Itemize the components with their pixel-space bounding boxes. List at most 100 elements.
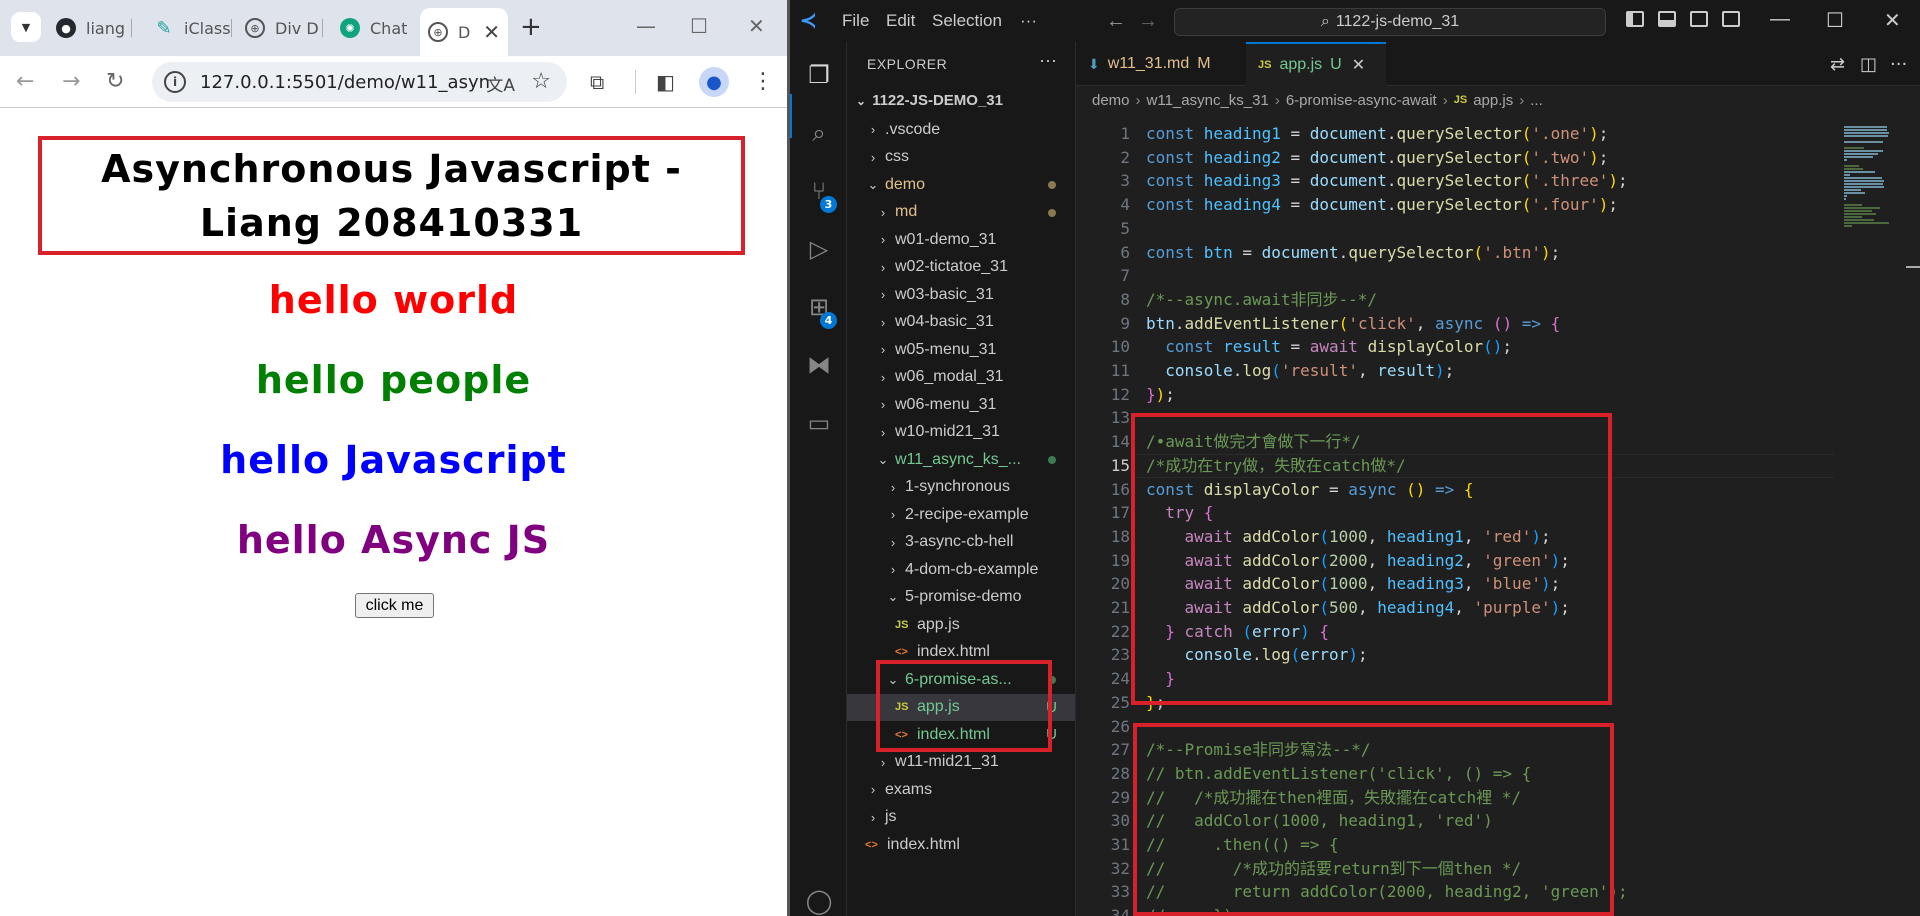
address-bar[interactable]: i 127.0.0.1:5501/demo/w11_async... 文A ☆: [152, 62, 567, 102]
browser-tab-2[interactable]: ✎ iClass: [154, 10, 232, 46]
workspace-root[interactable]: ⌄ 1122-JS-DEMO_31: [856, 92, 1003, 109]
tree-item[interactable]: ⌄ 5-promise-demo: [847, 584, 1075, 611]
remote-explorer-icon[interactable]: ▭: [804, 408, 834, 438]
heading-four: hello Async JS: [236, 518, 551, 562]
breadcrumb-item[interactable]: ...: [1530, 92, 1543, 109]
back-arrow-icon[interactable]: ←: [16, 69, 34, 95]
browser-tab-active[interactable]: ⊕ D ✕: [420, 8, 508, 56]
tree-item[interactable]: › js: [847, 804, 1075, 831]
bookmark-star-icon[interactable]: ☆: [531, 69, 551, 94]
close-icon[interactable]: ✕: [483, 20, 500, 44]
tab-w11-md[interactable]: ⬇ w11_31.md M: [1076, 42, 1246, 86]
tree-item[interactable]: <> index.html: [847, 639, 1075, 666]
breadcrumb-item[interactable]: w11_async_ks_31: [1147, 92, 1269, 109]
new-tab-button[interactable]: +: [520, 12, 542, 42]
tree-item[interactable]: › w10-mid21_31: [847, 419, 1075, 446]
minimize-icon[interactable]: —: [1770, 8, 1790, 31]
minimize-icon[interactable]: —: [636, 14, 656, 38]
breadcrumb-item[interactable]: 6-promise-async-await: [1286, 92, 1437, 109]
tree-item[interactable]: › w02-tictatoe_31: [847, 254, 1075, 281]
code-token: ,: [1367, 526, 1387, 546]
tree-item[interactable]: › w06_modal_31: [847, 364, 1075, 391]
tree-item[interactable]: › w03-basic_31: [847, 281, 1075, 308]
breadcrumb-item[interactable]: demo: [1092, 92, 1130, 109]
tree-item[interactable]: › w05-menu_31: [847, 336, 1075, 363]
forward-arrow-icon[interactable]: →: [1138, 10, 1158, 33]
tree-item[interactable]: ⌄ demo: [847, 171, 1075, 198]
menu-file[interactable]: File: [842, 11, 869, 31]
profile-avatar[interactable]: ●: [699, 67, 729, 97]
reload-icon[interactable]: ↻: [106, 69, 124, 95]
side-panel-icon[interactable]: ◧: [656, 69, 675, 95]
code-token: '.two': [1531, 147, 1590, 167]
extensions-icon[interactable]: ⧉: [590, 69, 604, 95]
close-window-icon[interactable]: ✕: [748, 14, 765, 38]
chevron-right-icon: ›: [880, 314, 886, 330]
tree-item[interactable]: ⌄ 6-promise-as...: [847, 666, 1075, 693]
tree-item[interactable]: › 1-synchronous: [847, 474, 1075, 501]
menu-selection[interactable]: Selection: [932, 11, 1002, 31]
tree-item[interactable]: › .vscode: [847, 116, 1075, 143]
close-window-icon[interactable]: ✕: [1884, 8, 1901, 33]
tab-search-button[interactable]: ▼: [11, 12, 41, 42]
tree-item[interactable]: › w11-mid21_31: [847, 749, 1075, 776]
code-token: const: [1146, 124, 1204, 143]
compare-changes-icon[interactable]: ⇄: [1830, 54, 1845, 75]
customize-layout-icon[interactable]: [1722, 11, 1740, 27]
toggle-sidebar-icon[interactable]: [1626, 11, 1644, 27]
breadcrumb-item[interactable]: app.js: [1473, 92, 1513, 109]
chevron-down-icon: ⌄: [867, 176, 879, 192]
browser-tab-3[interactable]: ⊕ Div D: [245, 10, 323, 46]
tree-item[interactable]: › w01-demo_31: [847, 226, 1075, 253]
url-text[interactable]: 127.0.0.1:5501/demo/w11_async...: [200, 72, 490, 93]
python-icon[interactable]: ⧓: [804, 350, 834, 380]
more-actions-icon[interactable]: ···: [1039, 50, 1057, 71]
code-token: const: [1146, 242, 1204, 262]
tree-item[interactable]: <> index.html U: [847, 721, 1075, 748]
toggle-secondary-sidebar-icon[interactable]: [1690, 11, 1708, 27]
tree-item[interactable]: › css: [847, 144, 1075, 171]
split-editor-icon[interactable]: ◫: [1860, 54, 1877, 75]
tree-item[interactable]: › 3-async-cb-hell: [847, 529, 1075, 556]
tree-item[interactable]: <> index.html: [847, 831, 1075, 858]
code-line: 9 btn.addEventListener('click', async () …: [1076, 312, 1836, 336]
tree-item[interactable]: › md: [847, 199, 1075, 226]
tree-item[interactable]: ⌄ w11_async_ks_...: [847, 446, 1075, 473]
explorer-icon[interactable]: ❐: [804, 60, 834, 90]
search-icon[interactable]: ⌕: [804, 118, 834, 148]
command-center-search[interactable]: ⌕ 1122-js-demo_31: [1174, 8, 1606, 36]
run-debug-icon[interactable]: ▷: [804, 234, 834, 264]
code-token: displayColor: [1203, 479, 1320, 499]
browser-tab-1[interactable]: ● liang: [56, 10, 132, 46]
menu-edit[interactable]: Edit: [886, 11, 915, 31]
back-arrow-icon[interactable]: ←: [1106, 10, 1126, 33]
tree-item[interactable]: JS app.js: [847, 611, 1075, 638]
account-icon[interactable]: ◯: [804, 886, 834, 916]
code-editor[interactable]: 1 const heading1 = document.querySelector…: [1076, 114, 1920, 916]
minimap[interactable]: [1844, 114, 1904, 916]
browser-tab-4[interactable]: ✺ Chat: [340, 10, 418, 46]
code-token: 'result': [1280, 361, 1358, 380]
tree-item[interactable]: › exams: [847, 776, 1075, 803]
tab-app-js[interactable]: JS app.js U ✕: [1246, 42, 1386, 86]
code-token: ;: [1540, 526, 1551, 546]
maximize-icon[interactable]: ☐: [690, 14, 708, 38]
toggle-panel-icon[interactable]: [1658, 11, 1676, 27]
forward-arrow-icon[interactable]: →: [62, 69, 80, 95]
tree-item[interactable]: › w06-menu_31: [847, 391, 1075, 418]
more-actions-icon[interactable]: ···: [1890, 54, 1907, 75]
maximize-icon[interactable]: ☐: [1826, 8, 1844, 33]
code-token: heading4: [1203, 195, 1281, 215]
site-info-icon[interactable]: i: [164, 71, 186, 93]
code-token: ;: [1502, 337, 1513, 357]
translate-icon[interactable]: 文A: [486, 71, 515, 96]
click-me-button[interactable]: click me: [355, 593, 434, 618]
browser-menu-icon[interactable]: ⋮: [752, 68, 774, 96]
tree-item[interactable]: › 2-recipe-example: [847, 501, 1075, 528]
line-number: 34: [1110, 906, 1130, 916]
tree-item[interactable]: › 4-dom-cb-example: [847, 556, 1075, 583]
close-icon[interactable]: ✕: [1352, 55, 1365, 75]
tree-item[interactable]: › w04-basic_31: [847, 309, 1075, 336]
tree-item[interactable]: JS app.js U: [847, 693, 1075, 721]
menu-more[interactable]: ···: [1020, 11, 1037, 31]
